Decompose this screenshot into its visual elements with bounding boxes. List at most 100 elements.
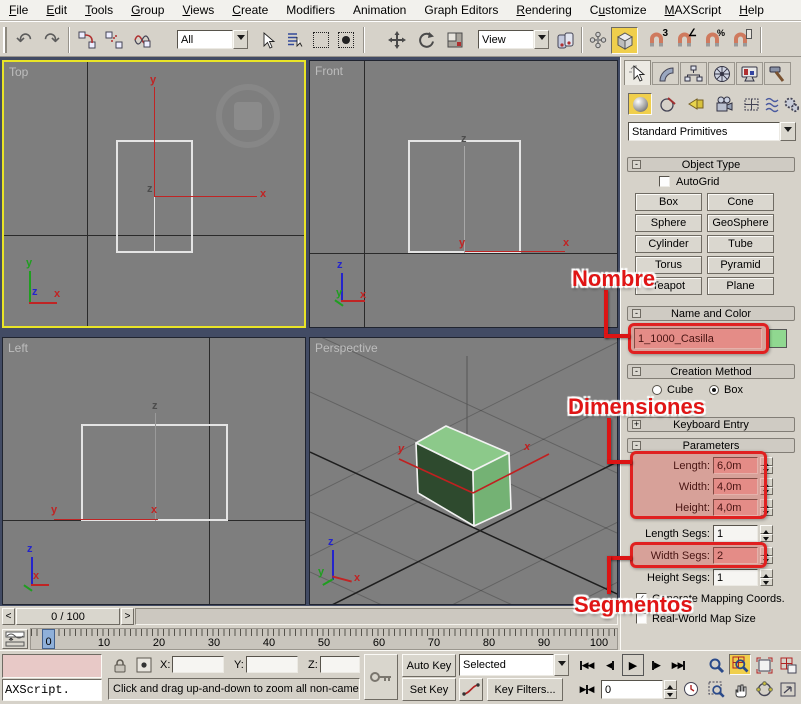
x-coordinate-field[interactable] <box>172 656 224 673</box>
rollout-object-type[interactable]: - Object Type <box>627 157 795 172</box>
viewport-top[interactable]: y x z y x z Top <box>2 60 306 328</box>
bind-to-space-warp-icon[interactable] <box>129 28 155 52</box>
keyboard-override-key-icon[interactable] <box>364 654 398 700</box>
percent-snap-toggle-icon[interactable]: % <box>699 28 725 52</box>
radio-box[interactable] <box>709 385 719 395</box>
undo-icon[interactable]: ↶ <box>12 28 36 52</box>
tab-utilities[interactable] <box>764 62 791 85</box>
mini-curve-editor-icon[interactable] <box>2 629 28 649</box>
pan-hand-icon[interactable] <box>729 679 751 700</box>
subtab-cameras[interactable] <box>712 93 736 115</box>
window-crossing-icon[interactable] <box>334 28 358 52</box>
selection-set-dropdown-arrow[interactable] <box>554 654 569 676</box>
time-slider-next-button[interactable]: > <box>121 608 134 625</box>
zoom-icon[interactable] <box>705 655 727 676</box>
select-by-name-icon[interactable] <box>283 28 307 52</box>
selection-lock-icon[interactable] <box>110 655 130 675</box>
tab-modify[interactable] <box>652 62 679 85</box>
subtab-shapes[interactable] <box>656 93 680 115</box>
menu-customize[interactable]: Customize <box>581 0 656 19</box>
viewport-label[interactable]: Perspective <box>315 341 378 355</box>
object-button-plane[interactable]: Plane <box>707 277 774 295</box>
previous-frame-icon[interactable]: ◀ <box>601 656 619 675</box>
subtab-lights[interactable] <box>684 93 708 115</box>
spinner-snap-toggle-icon[interactable] <box>727 28 753 52</box>
play-animation-icon[interactable]: ▶ <box>622 654 644 676</box>
redo-icon[interactable]: ↷ <box>40 28 64 52</box>
width-spinner[interactable] <box>760 478 773 495</box>
snaps-toggle-icon[interactable] <box>611 27 638 54</box>
toolbar-drag-handle[interactable] <box>3 27 7 53</box>
menu-file[interactable]: File <box>0 0 37 19</box>
menu-edit[interactable]: Edit <box>37 0 76 19</box>
absolute-offset-toggle-icon[interactable] <box>134 655 154 675</box>
time-slider-prev-button[interactable]: < <box>2 608 15 625</box>
time-slider-track[interactable] <box>135 608 618 625</box>
go-to-end-icon[interactable]: ▶▶ <box>668 656 689 675</box>
object-button-tube[interactable]: Tube <box>707 235 774 253</box>
time-configuration-icon[interactable] <box>681 680 701 699</box>
next-frame-icon[interactable]: ▶ <box>647 656 665 675</box>
tab-create[interactable] <box>624 60 651 85</box>
height-spinner[interactable] <box>760 499 773 516</box>
go-to-start-icon[interactable]: ◀◀ <box>576 656 597 675</box>
width-segs-spinner[interactable] <box>760 547 773 564</box>
width-segs-field[interactable]: 2 <box>713 547 758 564</box>
category-dropdown-arrow[interactable] <box>780 122 796 141</box>
track-bar-ruler[interactable]: 0 10 20 30 40 50 60 70 80 90 100 <box>30 628 618 650</box>
time-slider-handle[interactable]: 0 / 100 <box>16 608 120 625</box>
zoom-extents-all-icon[interactable] <box>777 655 799 676</box>
select-and-rotate-icon[interactable] <box>414 28 438 52</box>
viewport-left[interactable]: z y x z x Left <box>2 337 306 605</box>
selection-set-dropdown[interactable]: Selected <box>459 654 554 676</box>
maxscript-listener[interactable]: AXScript. <box>2 679 102 701</box>
menu-animation[interactable]: Animation <box>344 0 415 19</box>
rollout-creation-method[interactable]: - Creation Method <box>627 364 795 379</box>
key-mode-toggle-icon[interactable]: ▶◀ <box>576 680 597 699</box>
subtab-helpers[interactable] <box>740 93 762 115</box>
zoom-all-icon[interactable] <box>729 654 751 675</box>
select-and-scale-icon[interactable] <box>443 28 467 52</box>
arc-rotate-icon[interactable] <box>753 679 775 700</box>
viewport-label[interactable]: Front <box>315 64 343 78</box>
frame-spinner[interactable] <box>664 680 677 699</box>
viewport-label[interactable]: Left <box>8 341 28 355</box>
tab-motion[interactable] <box>708 62 735 85</box>
menu-modifiers[interactable]: Modifiers <box>277 0 344 19</box>
selection-filter-dropdown-arrow[interactable] <box>233 30 248 49</box>
current-frame-marker[interactable]: 0 <box>42 629 55 649</box>
menu-maxscript[interactable]: MAXScript <box>656 0 731 19</box>
select-and-move-icon[interactable] <box>385 28 409 52</box>
object-color-swatch[interactable] <box>769 329 787 348</box>
y-coordinate-field[interactable] <box>246 656 298 673</box>
default-tangent-curve-icon[interactable] <box>459 678 483 701</box>
select-object-icon[interactable] <box>258 28 280 52</box>
select-and-manipulate-icon[interactable] <box>586 28 610 52</box>
height-segs-spinner[interactable] <box>760 569 773 586</box>
maxscript-listener-pink[interactable] <box>2 654 102 678</box>
width-field[interactable]: 4,0m <box>713 478 758 495</box>
autogrid-checkbox[interactable] <box>659 176 670 187</box>
min-max-toggle-icon[interactable] <box>777 679 799 700</box>
rectangular-selection-region-icon[interactable] <box>309 28 333 52</box>
key-filters-button[interactable]: Key Filters... <box>487 678 563 701</box>
z-coordinate-field[interactable] <box>320 656 360 673</box>
auto-key-button[interactable]: Auto Key <box>402 654 456 677</box>
menu-help[interactable]: Help <box>730 0 773 19</box>
menu-rendering[interactable]: Rendering <box>507 0 580 19</box>
object-button-pyramid[interactable]: Pyramid <box>707 256 774 274</box>
object-name-field[interactable]: 1_1000_Casilla <box>634 328 762 349</box>
current-frame-field[interactable]: 0 <box>601 680 663 699</box>
menu-group[interactable]: Group <box>122 0 173 19</box>
unlink-selection-icon[interactable] <box>102 28 126 52</box>
rollout-name-and-color[interactable]: - Name and Color <box>627 306 795 321</box>
length-field[interactable]: 6,0m <box>713 457 758 474</box>
zoom-extents-icon[interactable] <box>753 655 775 676</box>
length-segs-spinner[interactable] <box>760 525 773 542</box>
length-spinner[interactable] <box>760 457 773 474</box>
menu-create[interactable]: Create <box>223 0 277 19</box>
subtab-geometry[interactable] <box>628 93 652 115</box>
subtab-space-warps[interactable] <box>762 93 784 115</box>
object-button-box[interactable]: Box <box>635 193 702 211</box>
menu-graph-editors[interactable]: Graph Editors <box>415 0 507 19</box>
